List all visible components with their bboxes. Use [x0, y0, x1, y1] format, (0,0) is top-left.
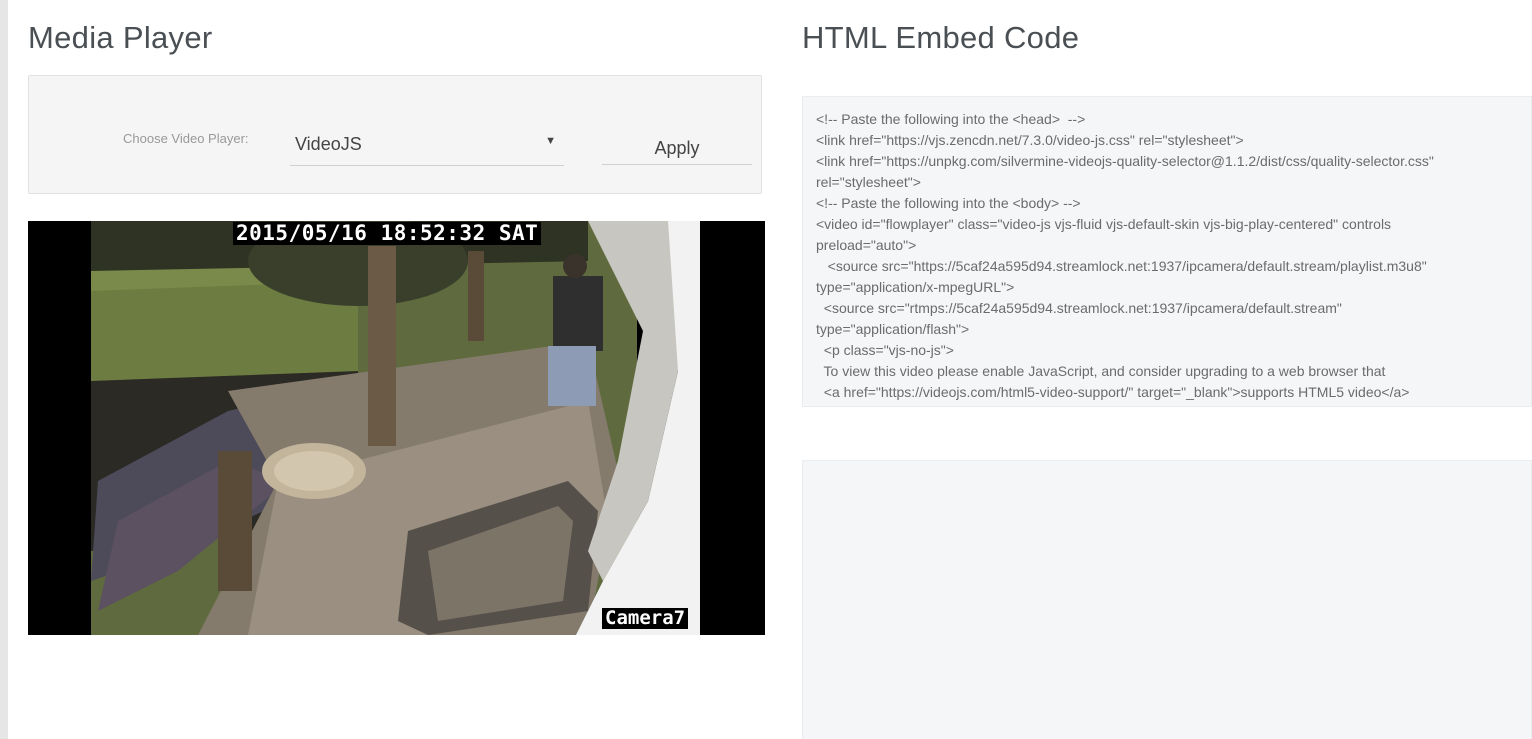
- camera-label: Camera7: [602, 608, 689, 629]
- left-rail: [0, 0, 8, 739]
- selected-player-value: VideoJS: [295, 134, 362, 154]
- apply-button[interactable]: Apply: [602, 132, 752, 165]
- code-line: <p class="vjs-no-js">: [816, 342, 954, 358]
- code-line: <source src="https://5caf24a595d94.strea…: [816, 258, 1427, 274]
- code-line: <a href="https://videojs.com/html5-video…: [816, 384, 1410, 400]
- dropdown-arrow-icon: ▼: [545, 135, 556, 147]
- media-player-title: Media Player: [28, 20, 213, 55]
- code-line: <video id="flowplayer" class="video-js v…: [816, 216, 1392, 232]
- video-player[interactable]: 2015/05/16 18:52:32 SAT Camera7: [28, 221, 765, 635]
- code-line: <link href="https://unpkg.com/silvermine…: [816, 153, 1434, 169]
- code-line: <!-- Paste the following into the <head>…: [816, 111, 1086, 127]
- code-line: To view this video please enable JavaScr…: [816, 363, 1386, 379]
- code-line: type="application/flash">: [816, 321, 970, 337]
- code-line: type="application/x-mpegURL">: [816, 279, 1015, 295]
- code-line: preload="auto">: [816, 237, 917, 253]
- video-player-select[interactable]: VideoJS ▼: [290, 132, 564, 166]
- embed-code-box[interactable]: <!-- Paste the following into the <head>…: [802, 96, 1532, 407]
- video-timestamp: 2015/05/16 18:52:32 SAT: [233, 222, 542, 245]
- code-line: <source src="rtmps://5caf24a595d94.strea…: [816, 300, 1342, 316]
- camera-scene-image: [28, 221, 765, 635]
- code-line: <!-- Paste the following into the <body>…: [816, 195, 1081, 211]
- code-line: rel="stylesheet">: [816, 174, 921, 190]
- embed-preview-area: [802, 460, 1532, 739]
- player-settings-panel: Choose Video Player: VideoJS ▼ Apply: [28, 75, 762, 194]
- embed-code-title: HTML Embed Code: [802, 20, 1080, 55]
- code-line: <link href="https://vjs.zencdn.net/7.3.0…: [816, 132, 1244, 148]
- choose-player-label: Choose Video Player:: [123, 131, 249, 146]
